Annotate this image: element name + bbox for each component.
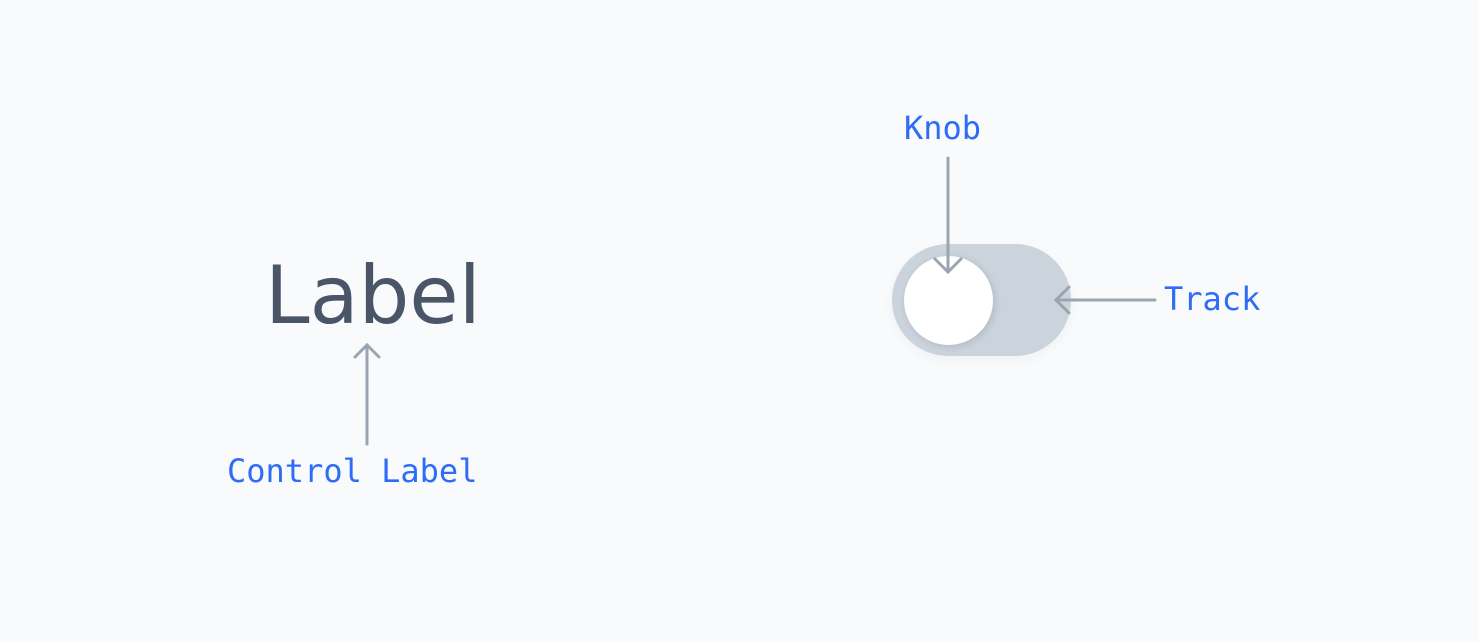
arrow-to-track (1053, 285, 1157, 315)
annotation-track: Track (1164, 280, 1261, 318)
arrow-to-label (353, 342, 381, 446)
annotation-knob: Knob (904, 109, 982, 147)
arrow-to-knob (933, 156, 963, 275)
annotation-control-label: Control Label (227, 452, 478, 490)
annotation-arrows (353, 156, 1157, 446)
